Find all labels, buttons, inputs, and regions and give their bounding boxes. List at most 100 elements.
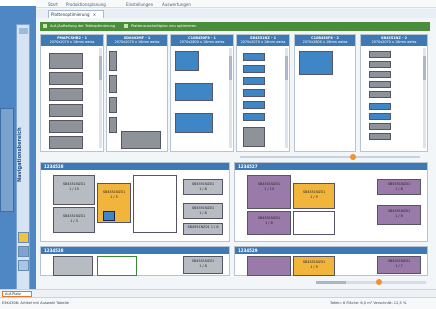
part-block[interactable]	[109, 97, 117, 113]
part-block[interactable]	[109, 117, 117, 133]
piece-block[interactable]	[293, 211, 335, 235]
piece-block[interactable]: SB4551NZ01 1 / 8	[183, 223, 223, 235]
part-block[interactable]	[369, 113, 391, 120]
part-block[interactable]	[243, 89, 265, 97]
part-block[interactable]	[369, 91, 391, 98]
splitter[interactable]	[40, 154, 430, 160]
menu-bar: Start Produktionsplanung Einstellungen A…	[36, 0, 436, 8]
status-summary: Tafeln: 6 Fläche: 6,0 m² Verschnitt: 12,…	[330, 301, 407, 305]
folder-icon[interactable]	[18, 232, 29, 243]
part-block[interactable]	[243, 77, 265, 85]
menu-einstellungen[interactable]: Einstellungen	[126, 2, 153, 7]
sheet-scrollbar[interactable]	[229, 48, 232, 148]
piece-block[interactable]: SB4551NZ01 1 / 8	[247, 211, 291, 235]
piece-qty: 1 / 8	[395, 186, 403, 191]
piece-block[interactable]	[97, 256, 137, 276]
sheet-1[interactable]: PMAPCSHB2 - 1 2070x2070 x 16mm weiss	[40, 34, 104, 152]
status-text: E5K4308: Artikel mit Auswahl Tabelle	[2, 301, 69, 305]
piece-block[interactable]	[133, 175, 177, 233]
part-block[interactable]	[121, 131, 161, 149]
piece-code: SB4551NZ01	[191, 182, 215, 186]
piece-block[interactable]: SB4551NZ01 1 / 8	[377, 179, 421, 195]
sheet-header: C10B450F8 - 2 2070x2800 x 16mm weiss	[295, 35, 355, 46]
reoptimize-button[interactable]: Plattenzuschnittplan neu optimieren	[129, 23, 198, 30]
piece-block[interactable]: SB4551NZ01 1 / 8	[183, 256, 223, 274]
sheet-header: SB4551NZ - 1 2070x2070 x 16mm weiss	[237, 35, 289, 46]
menu-start[interactable]: Start	[48, 2, 58, 7]
part-block[interactable]	[369, 51, 391, 58]
close-icon[interactable]: ×	[93, 12, 96, 17]
piece-block[interactable]: SB4551NZ01 1 / 3	[53, 207, 95, 233]
piece-block[interactable]	[53, 256, 93, 276]
zoom-track[interactable]	[240, 156, 420, 158]
navigation-callout	[0, 108, 14, 212]
part-block[interactable]	[369, 81, 391, 88]
piece-code: SB4551NZ01	[187, 225, 210, 229]
sheet-scrollbar[interactable]	[285, 48, 288, 148]
part-block[interactable]	[243, 65, 265, 73]
piece-block[interactable]: SB4551NZ01 1 / 8	[183, 203, 223, 219]
tab-plattenoptimierung[interactable]: Plattenoptimierung ×	[48, 10, 104, 18]
part-block[interactable]	[243, 113, 265, 121]
piece-block[interactable]: SB4551NZ01 1 / 10	[53, 175, 95, 205]
part-block[interactable]	[243, 127, 265, 147]
grid-icon[interactable]	[18, 246, 29, 257]
part-block[interactable]	[49, 53, 83, 69]
sheet-subtitle: 2070x2800 x 16mm weiss	[302, 40, 348, 45]
piece-block-selected[interactable]: SB4551NZ01 1 / 9	[293, 256, 335, 276]
part-block[interactable]	[369, 133, 391, 140]
horizontal-scrollbar[interactable]	[316, 281, 426, 284]
scroll-thumb[interactable]	[99, 56, 102, 80]
piece-code: SB4551NZ01	[387, 209, 411, 213]
scroll-thumb[interactable]	[423, 56, 426, 80]
sheet-2[interactable]: SD0402MF - 1 2070x2070 x 16mm weiss	[106, 34, 168, 152]
piece-block[interactable]	[247, 256, 291, 276]
zoom-handle[interactable]	[350, 154, 356, 160]
split-optimization-button[interactable]: Auf-/Aufteilung der Tafeloptimierung	[48, 23, 117, 30]
sheet-scrollbar[interactable]	[423, 48, 426, 148]
sheet-5[interactable]: C10B450F8 - 2 2070x2800 x 16mm weiss	[294, 34, 356, 152]
zoom-handle[interactable]	[376, 279, 382, 285]
pin-icon[interactable]	[19, 28, 28, 34]
part-block[interactable]	[369, 61, 391, 68]
part-block[interactable]	[49, 72, 83, 85]
sheet-scrollbar[interactable]	[99, 48, 102, 148]
part-block[interactable]	[109, 75, 117, 93]
part-block[interactable]	[175, 113, 213, 133]
menu-auswertungen[interactable]: Auswertungen	[162, 2, 191, 7]
piece-code: SB4551NZ01	[102, 190, 126, 194]
part-block[interactable]	[243, 101, 265, 109]
part-block[interactable]	[299, 51, 333, 75]
sheet-6[interactable]: SB4551NZ - 2 2070x2070 x 16mm weiss	[360, 34, 428, 152]
piece-block[interactable]: SB4551NZ01 1 / 10	[247, 175, 291, 209]
scroll-thumb[interactable]	[285, 56, 288, 80]
piece-block[interactable]: SB4551NZ01 1 / 8	[183, 179, 223, 195]
part-block[interactable]	[175, 83, 213, 101]
piece-code: SB4551NZ01	[302, 190, 326, 194]
part-block[interactable]	[369, 71, 391, 78]
part-block[interactable]	[109, 51, 117, 71]
part-block[interactable]	[175, 51, 199, 71]
part-block[interactable]	[369, 103, 391, 110]
piece-code: SB4551NZ01	[62, 182, 86, 186]
piece-block[interactable]: SB4551NZ01 1 / 8	[377, 205, 421, 225]
tab-label: Plattenoptimierung	[51, 12, 90, 17]
part-block[interactable]	[49, 88, 83, 101]
part-block[interactable]	[49, 120, 83, 133]
piece-code: SB4551NZ01	[387, 182, 411, 186]
part-block[interactable]	[49, 104, 83, 117]
scroll-thumb[interactable]	[316, 281, 346, 284]
sheet-3[interactable]: C10B450F8 - 1 2070x2800 x 16mm weiss	[170, 34, 234, 152]
piece-code: SB4551NZ01	[191, 259, 215, 263]
piece-qty: 1 / 5	[110, 194, 118, 199]
menu-produktionsplanung[interactable]: Produktionsplanung	[66, 2, 106, 7]
part-block[interactable]	[49, 136, 83, 149]
part-block[interactable]	[243, 53, 265, 61]
sheet-4[interactable]: SB4551NZ - 1 2070x2070 x 16mm weiss	[236, 34, 290, 152]
sheet-subtitle: 2070x2800 x 16mm weiss	[179, 40, 225, 45]
piece-block-selected[interactable]: SB4551NZ01 1 / 9	[293, 183, 335, 209]
settings-icon[interactable]	[18, 260, 29, 271]
part-block[interactable]	[369, 123, 391, 130]
piece-block[interactable]: SB4551NZ01 1 / 7	[377, 256, 421, 274]
scroll-thumb[interactable]	[229, 56, 232, 80]
